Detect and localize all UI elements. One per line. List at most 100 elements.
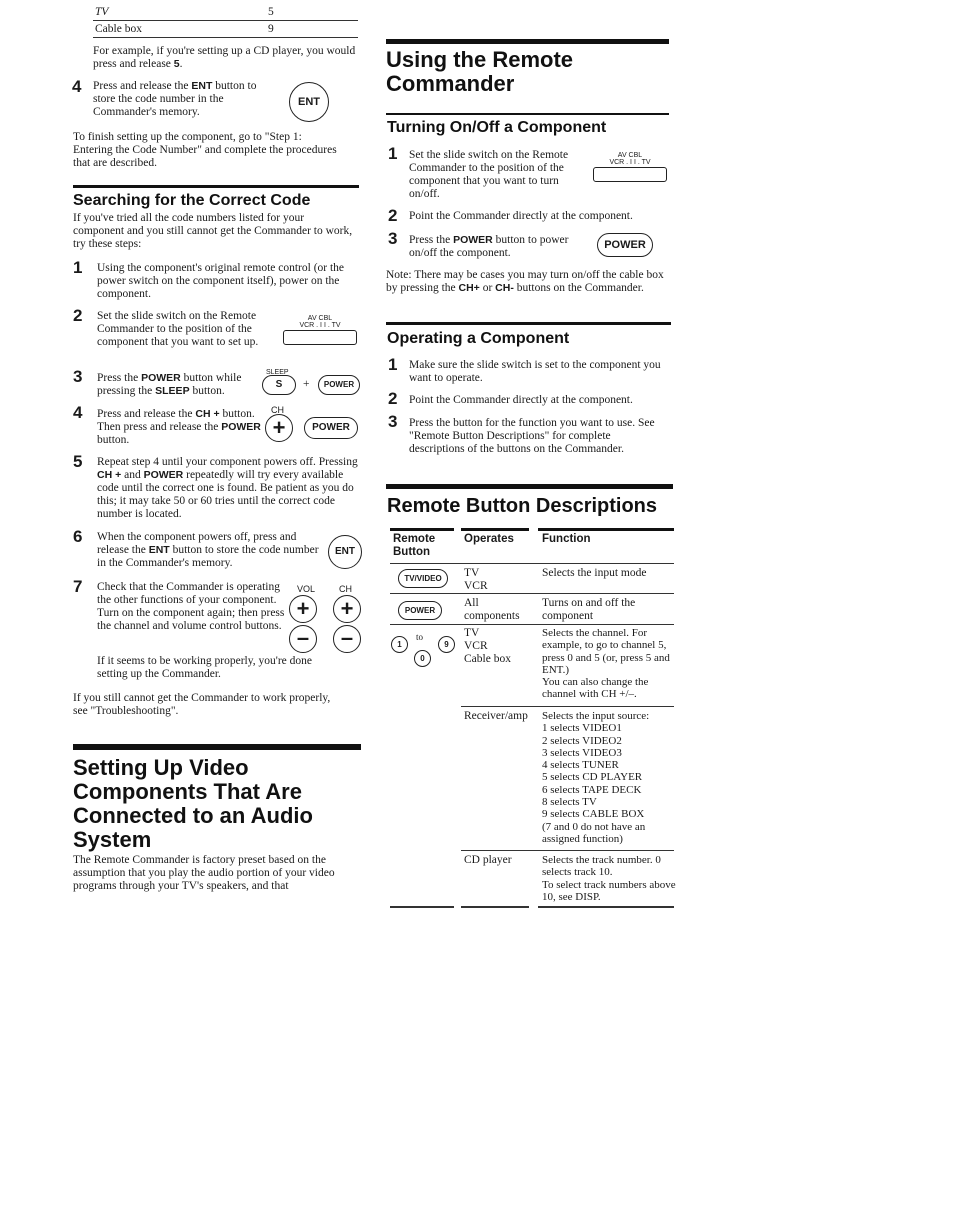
note-text: Note: There may be cases you may turn on…	[386, 269, 664, 294]
section-rule	[386, 113, 669, 115]
section-heading: Searching for the Correct Code	[73, 192, 311, 209]
step-number: 1	[388, 355, 398, 374]
table-rule	[461, 706, 674, 707]
table-rule	[390, 528, 454, 531]
step-text: Press the button for the function you wa…	[409, 417, 655, 455]
table-rule	[390, 906, 454, 908]
step-number: 2	[73, 306, 83, 325]
power-button-icon: POWER	[398, 601, 442, 620]
key-9-icon: 9	[438, 636, 455, 653]
page-heading: Using the Remote Commander	[386, 47, 574, 96]
power-button-icon: POWER	[318, 375, 360, 395]
step-number: 2	[388, 206, 398, 225]
table-cell: Cable box	[95, 23, 142, 35]
power-button-icon: POWER	[597, 233, 653, 257]
sleep-button-icon: S	[262, 375, 296, 395]
outro-text: If you still cannot get the Commander to…	[73, 692, 331, 717]
table-rule	[538, 528, 674, 531]
ch-plus-icon: +	[333, 595, 361, 623]
column-header: Remote Button	[393, 533, 436, 558]
function-cell: Turns on and off the component	[542, 597, 636, 622]
manual-page: TV 5 Cable box 9 For example, if you're …	[0, 0, 954, 1227]
step-number: 2	[388, 389, 398, 408]
step-number: 4	[73, 403, 83, 422]
section-heading: Operating a Component	[387, 330, 570, 347]
to-label: to	[416, 632, 424, 642]
vol-plus-icon: +	[289, 595, 317, 623]
section-heading: Remote Button Descriptions	[387, 495, 658, 517]
intro-text: If you've tried all the code numbers lis…	[73, 212, 353, 250]
section-rule	[386, 484, 673, 489]
step-number: 7	[73, 577, 83, 596]
section-heading: Turning On/Off a Component	[387, 119, 607, 136]
step-number: 3	[388, 229, 398, 248]
column-header: Operates	[464, 533, 514, 545]
vol-label: VOL	[297, 584, 316, 594]
section-rule	[73, 185, 359, 188]
step-text: Press the POWER button to power on/off t…	[409, 234, 569, 259]
slide-switch-icon	[593, 167, 667, 182]
divider	[93, 37, 358, 38]
step-text: When the component powers off, press and…	[97, 531, 319, 569]
key-1-icon: 1	[391, 636, 408, 653]
function-cell: Selects the track number. 0 selects trac…	[542, 854, 676, 903]
finish-text: To finish setting up the component, go t…	[73, 131, 337, 169]
function-cell: Selects the channel. For example, to go …	[542, 627, 670, 701]
table-rule	[390, 624, 674, 625]
column-header: Function	[542, 533, 591, 545]
function-cell: Selects the input mode	[542, 567, 647, 579]
table-cell: 9	[268, 23, 274, 35]
table-rule	[461, 906, 529, 908]
operates-cell: All components	[464, 597, 520, 622]
step-number: 1	[73, 258, 83, 277]
step-text: Point the Commander directly at the comp…	[409, 394, 633, 406]
table-rule	[461, 850, 674, 851]
operates-cell: TV VCR Cable box	[464, 627, 511, 665]
step-text: Make sure the slide switch is set to the…	[409, 359, 661, 384]
step-text: Set the slide switch on the Remote Comma…	[409, 149, 569, 200]
table-cell: 5	[268, 6, 274, 18]
tv-video-button-icon: TV/VIDEO	[398, 569, 448, 588]
example-text: For example, if you're setting up a CD p…	[93, 45, 356, 70]
section-rule	[386, 39, 669, 44]
section-rule	[386, 322, 671, 325]
step-text: Using the component's original remote co…	[97, 262, 345, 300]
step-number: 1	[388, 144, 398, 163]
ch-minus-icon: –	[333, 625, 361, 653]
ch-plus-button-icon: +	[265, 414, 293, 442]
step-text: Point the Commander directly at the comp…	[409, 210, 633, 222]
step-text: Check that the Commander is operating th…	[97, 581, 285, 632]
slide-switch-icon	[283, 330, 357, 345]
step-number: 3	[388, 412, 398, 431]
operates-cell: CD player	[464, 854, 512, 866]
step-text: Press and release the CH + button. Then …	[97, 408, 261, 446]
slide-switch-labels: AV CBL VCR . I I . TV	[299, 315, 341, 329]
table-rule	[390, 593, 674, 594]
table-cell: TV	[95, 6, 109, 18]
step-text: Press and release the ENT button to stor…	[93, 80, 257, 118]
step-number: 6	[73, 527, 83, 546]
vol-minus-icon: –	[289, 625, 317, 653]
key-0-icon: 0	[414, 650, 431, 667]
step-number: 4	[72, 77, 82, 96]
step-number: 3	[73, 367, 83, 386]
section-heading: Setting Up Video Components That Are Con…	[73, 755, 313, 852]
body-text: The Remote Commander is factory preset b…	[73, 854, 335, 892]
step-text: Repeat step 4 until your component power…	[97, 456, 358, 520]
divider	[93, 20, 358, 21]
operates-cell: TV VCR	[464, 567, 488, 592]
table-rule	[390, 563, 674, 564]
ent-button-icon: ENT	[328, 535, 362, 569]
function-cell: Selects the input source: 1 selects VIDE…	[542, 710, 650, 845]
table-rule	[538, 906, 674, 908]
step-text: Press the POWER button while pressing th…	[97, 372, 242, 397]
plus-sign: +	[303, 378, 310, 390]
section-rule	[73, 744, 361, 750]
step-text: If it seems to be working properly, you'…	[97, 655, 312, 680]
operates-cell: Receiver/amp	[464, 710, 528, 722]
power-button-icon: POWER	[304, 417, 358, 439]
ent-button-icon: ENT	[289, 82, 329, 122]
step-number: 5	[73, 452, 83, 471]
table-rule	[461, 528, 529, 531]
step-text: Set the slide switch on the Remote Comma…	[97, 310, 259, 348]
